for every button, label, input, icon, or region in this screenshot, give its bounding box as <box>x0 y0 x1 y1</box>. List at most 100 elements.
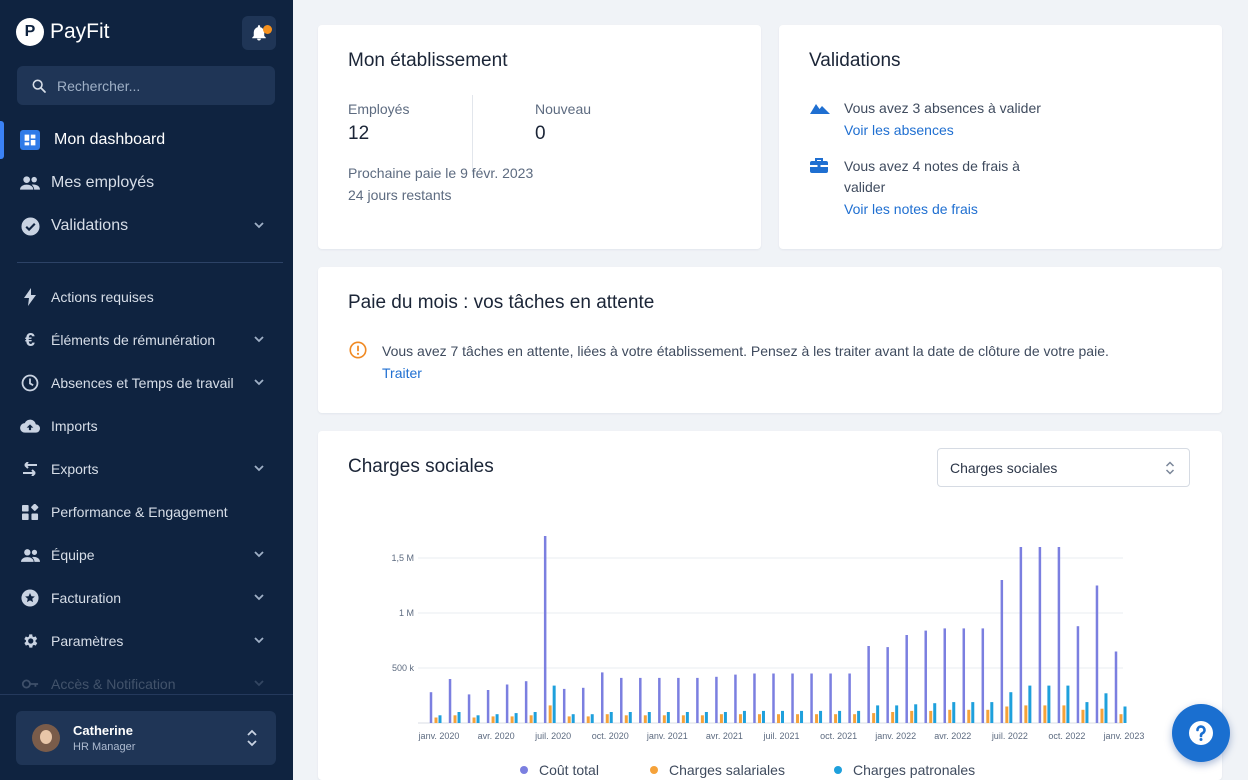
bar-charges-salariales[interactable] <box>796 714 800 723</box>
bar-charges-patronales[interactable] <box>1123 706 1127 724</box>
bar-cout-total[interactable] <box>1000 580 1004 723</box>
sidebar-item-exports[interactable]: Exports <box>0 450 293 488</box>
bar-charges-salariales[interactable] <box>1005 706 1009 724</box>
bar-charges-salariales[interactable] <box>624 715 628 723</box>
bar-cout-total[interactable] <box>429 692 433 723</box>
bar-charges-patronales[interactable] <box>1009 692 1013 723</box>
bar-charges-salariales[interactable] <box>453 715 457 723</box>
bar-charges-patronales[interactable] <box>438 715 442 723</box>
absences-link[interactable]: Voir les absences <box>844 122 954 138</box>
bar-charges-patronales[interactable] <box>857 710 861 723</box>
bar-charges-patronales[interactable] <box>1066 685 1070 723</box>
bar-cout-total[interactable] <box>772 673 775 724</box>
bar-cout-total[interactable] <box>829 673 832 724</box>
sidebar-item-actions[interactable]: Actions requises <box>0 278 293 316</box>
sidebar-item-acces[interactable]: Accès & Notification <box>0 665 293 703</box>
bar-charges-salariales[interactable] <box>891 712 895 723</box>
bar-cout-total[interactable] <box>905 635 908 723</box>
bar-cout-total[interactable] <box>715 676 718 723</box>
bar-charges-patronales[interactable] <box>571 714 575 723</box>
bar-charges-salariales[interactable] <box>910 710 914 723</box>
bar-cout-total[interactable] <box>677 677 680 723</box>
bar-cout-total[interactable] <box>524 681 528 723</box>
bar-charges-patronales[interactable] <box>476 715 480 723</box>
bar-cout-total[interactable] <box>486 690 490 723</box>
bar-cout-total[interactable] <box>1076 626 1080 723</box>
bar-charges-salariales[interactable] <box>529 715 533 723</box>
bar-charges-salariales[interactable] <box>643 715 647 723</box>
bar-cout-total[interactable] <box>734 674 737 723</box>
sidebar-item-equipe[interactable]: Équipe <box>0 536 293 574</box>
bar-charges-patronales[interactable] <box>495 714 499 723</box>
bar-charges-salariales[interactable] <box>1043 705 1047 723</box>
bar-charges-salariales[interactable] <box>738 714 742 723</box>
bar-charges-patronales[interactable] <box>933 703 937 723</box>
bar-cout-total[interactable] <box>696 677 699 723</box>
bar-charges-patronales[interactable] <box>742 710 746 723</box>
bar-charges-patronales[interactable] <box>647 712 651 723</box>
bar-charges-salariales[interactable] <box>662 715 666 723</box>
bar-charges-salariales[interactable] <box>967 709 971 723</box>
sidebar-item-imports[interactable]: Imports <box>0 407 293 445</box>
bar-cout-total[interactable] <box>448 679 452 723</box>
bar-charges-salariales[interactable] <box>681 715 685 723</box>
notes-link[interactable]: Voir les notes de frais <box>844 201 978 217</box>
brand[interactable]: P PayFit <box>16 18 110 46</box>
bar-cout-total[interactable] <box>943 628 947 723</box>
user-switcher[interactable]: Catherine HR Manager <box>16 711 276 765</box>
bar-cout-total[interactable] <box>658 677 661 723</box>
sidebar-item-performance[interactable]: Performance & Engagement <box>0 493 293 531</box>
sidebar-item-facturation[interactable]: Facturation <box>0 579 293 617</box>
bar-charges-salariales[interactable] <box>853 714 857 723</box>
bar-charges-salariales[interactable] <box>1100 708 1104 723</box>
bar-charges-salariales[interactable] <box>815 714 819 723</box>
bar-charges-patronales[interactable] <box>609 712 613 723</box>
bar-charges-salariales[interactable] <box>777 714 780 723</box>
bar-charges-salariales[interactable] <box>1062 705 1066 723</box>
bar-charges-patronales[interactable] <box>819 710 823 723</box>
bar-charges-salariales[interactable] <box>1119 714 1123 723</box>
bar-charges-patronales[interactable] <box>685 712 689 723</box>
bar-charges-salariales[interactable] <box>929 710 933 723</box>
bar-cout-total[interactable] <box>1114 651 1118 724</box>
bar-cout-total[interactable] <box>924 630 927 723</box>
bar-cout-total[interactable] <box>562 688 566 723</box>
bar-cout-total[interactable] <box>601 672 604 723</box>
bar-charges-patronales[interactable] <box>895 705 899 723</box>
bar-charges-salariales[interactable] <box>510 716 514 723</box>
bar-charges-patronales[interactable] <box>704 712 708 723</box>
bar-cout-total[interactable] <box>886 647 889 723</box>
bar-charges-patronales[interactable] <box>1104 693 1108 723</box>
bar-charges-patronales[interactable] <box>1085 702 1089 723</box>
bar-charges-salariales[interactable] <box>605 714 609 723</box>
bar-charges-patronales[interactable] <box>838 710 842 723</box>
bar-charges-patronales[interactable] <box>1047 685 1051 723</box>
sidebar-item-remuneration[interactable]: € Éléments de rémunération <box>0 321 293 359</box>
sidebar-item-parametres[interactable]: Paramètres <box>0 622 293 660</box>
bar-cout-total[interactable] <box>962 628 966 723</box>
legend-item-cout-total[interactable]: Coût total <box>520 762 599 778</box>
bar-charges-salariales[interactable] <box>948 709 952 723</box>
bar-charges-salariales[interactable] <box>548 705 552 723</box>
bar-cout-total[interactable] <box>753 673 756 724</box>
sidebar-item-dashboard[interactable]: Mon dashboard <box>0 121 293 159</box>
bar-charges-salariales[interactable] <box>834 714 838 723</box>
bar-charges-patronales[interactable] <box>800 710 804 723</box>
bar-cout-total[interactable] <box>467 694 471 723</box>
sidebar-item-validations[interactable]: Validations <box>0 207 293 245</box>
bar-cout-total[interactable] <box>848 673 851 724</box>
bar-charges-salariales[interactable] <box>567 716 571 723</box>
bar-charges-salariales[interactable] <box>1024 705 1028 723</box>
sidebar-item-employees[interactable]: Mes employés <box>0 164 293 202</box>
bar-charges-patronales[interactable] <box>666 712 670 723</box>
bar-charges-salariales[interactable] <box>434 717 438 724</box>
bar-charges-salariales[interactable] <box>491 716 495 723</box>
legend-item-charges-patronales[interactable]: Charges patronales <box>834 762 975 778</box>
bar-charges-salariales[interactable] <box>872 713 876 723</box>
bar-charges-patronales[interactable] <box>723 712 727 723</box>
bar-charges-salariales[interactable] <box>586 716 590 723</box>
bar-charges-patronales[interactable] <box>590 714 594 723</box>
legend-item-charges-salariales[interactable]: Charges salariales <box>650 762 785 778</box>
bar-cout-total[interactable] <box>1095 585 1099 724</box>
bar-charges-salariales[interactable] <box>719 714 723 723</box>
